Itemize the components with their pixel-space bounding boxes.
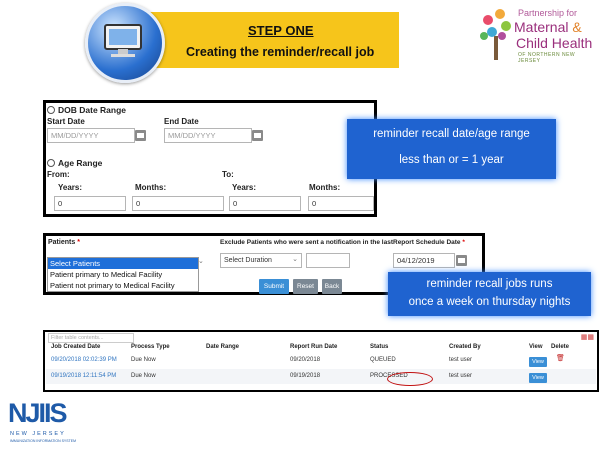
from-months-label: Months: xyxy=(135,183,167,192)
export-icons[interactable]: ▦▦ xyxy=(581,333,594,341)
row1-process: Due Now xyxy=(131,357,156,363)
partner-ampersand: & xyxy=(572,19,582,35)
schedule-date-input[interactable]: 04/12/2019 xyxy=(393,253,455,268)
to-years-label: Years: xyxy=(232,183,257,192)
from-months-input[interactable]: 0 xyxy=(132,196,224,211)
age-radio-label: Age Range xyxy=(58,158,103,168)
njiis-sub2: IMMUNIZATION INFORMATION SYSTEM xyxy=(10,439,76,443)
col-status[interactable]: Status xyxy=(370,344,388,350)
patients-option[interactable]: Patient primary to Medical Facility xyxy=(48,269,198,280)
view-button[interactable]: View xyxy=(529,373,547,383)
patients-listbox[interactable]: Select Patients Patient primary to Medic… xyxy=(47,257,199,292)
patients-label-text: Patients xyxy=(48,239,76,246)
exclude-label: Exclude Patients who were sent a notific… xyxy=(220,239,394,246)
computer-icon xyxy=(85,3,165,83)
col-view: View xyxy=(529,344,543,350)
view-button[interactable]: View xyxy=(529,357,547,367)
end-date-label: End Date xyxy=(164,117,199,126)
schedule-label-text: Report Schedule Date xyxy=(393,239,461,246)
njiis-logo: NJIIS NEW JERSEY IMMUNIZATION INFORMATIO… xyxy=(8,398,98,446)
chevron-down-icon: ⌄ xyxy=(292,256,298,263)
partner-line2: Maternal & xyxy=(514,19,582,35)
njiis-letters: NJIIS xyxy=(8,398,68,428)
col-process-type[interactable]: Process Type xyxy=(131,344,170,350)
submit-button[interactable]: Submit xyxy=(259,279,289,294)
schedule-label: Report Schedule Date * xyxy=(393,239,465,246)
start-calendar-icon[interactable] xyxy=(135,130,146,141)
from-years-input[interactable]: 0 xyxy=(54,196,126,211)
patients-option[interactable]: Patient not primary to Medical Facility xyxy=(48,280,198,291)
table-row xyxy=(46,369,596,384)
callout-range-line2: less than or = 1 year xyxy=(399,154,504,166)
age-radio[interactable] xyxy=(47,159,55,167)
date-range-panel: DOB Date Range Start Date End Date MM/DD… xyxy=(43,100,377,217)
start-date-input[interactable]: MM/DD/YYYY xyxy=(47,128,135,143)
partner-line3: Child Health xyxy=(516,35,593,51)
back-button[interactable]: Back xyxy=(322,279,342,294)
submit-label: Submit xyxy=(263,283,285,290)
row2-process: Due Now xyxy=(131,373,156,379)
partner-line2-text: Maternal xyxy=(514,19,573,35)
end-date-placeholder: MM/DD/YYYY xyxy=(168,131,216,140)
trash-icon[interactable]: 🗑 xyxy=(556,354,565,362)
col-delete: Delete xyxy=(551,344,570,350)
njiis-sub1: NEW JERSEY xyxy=(10,431,66,437)
end-calendar-icon[interactable] xyxy=(252,130,263,141)
start-date-label: Start Date xyxy=(47,117,85,126)
back-label: Back xyxy=(324,283,340,290)
step-title: STEP ONE xyxy=(248,23,314,38)
dob-radio-label: DOB Date Range xyxy=(58,105,127,115)
callout-schedule-line2: once a week on thursday nights xyxy=(408,296,571,308)
schedule-required-mark: * xyxy=(462,239,465,246)
col-report-run-date[interactable]: Report Run Date xyxy=(290,344,337,350)
age-range-callout: reminder recall date/age range less than… xyxy=(347,119,556,179)
step-subtitle: Creating the reminder/recall job xyxy=(186,45,375,59)
row2-run: 09/19/2018 xyxy=(290,373,321,379)
from-label: From: xyxy=(47,170,70,179)
status-highlight-circle xyxy=(387,372,433,386)
end-date-input[interactable]: MM/DD/YYYY xyxy=(164,128,252,143)
callout-schedule-line1: reminder recall jobs runs xyxy=(426,278,553,290)
reset-label: Reset xyxy=(297,283,314,290)
reset-button[interactable]: Reset xyxy=(293,279,318,294)
jobs-table-panel: Filter table contents... ▦▦ Job Created … xyxy=(43,330,599,392)
patients-label: Patients * xyxy=(48,239,80,246)
row2-created: 09/19/2018 12:11:54 PM xyxy=(51,373,117,379)
to-months-label: Months: xyxy=(309,183,341,192)
partnership-logo: Partnership for Maternal & Child Health … xyxy=(478,4,598,64)
start-date-placeholder: MM/DD/YYYY xyxy=(51,131,99,140)
to-label: To: xyxy=(222,170,234,179)
required-mark: * xyxy=(77,239,80,246)
age-radio-option[interactable]: Age Range xyxy=(47,158,102,168)
to-years-input[interactable]: 0 xyxy=(229,196,301,211)
partner-line4: OF NORTHERN NEW JERSEY xyxy=(518,52,576,64)
row1-by: test user xyxy=(449,357,473,363)
duration-number-input[interactable] xyxy=(306,253,350,268)
tree-icon xyxy=(480,9,511,60)
schedule-calendar-icon[interactable] xyxy=(456,255,467,266)
row1-run: 09/20/2018 xyxy=(290,357,321,363)
to-months-input[interactable]: 0 xyxy=(308,196,374,211)
col-job-created[interactable]: Job Created Date xyxy=(51,344,100,350)
table-row xyxy=(46,353,596,368)
from-years-label: Years: xyxy=(58,183,83,192)
partner-line1: Partnership for xyxy=(518,8,578,18)
dob-radio-option[interactable]: DOB Date Range xyxy=(47,105,126,115)
col-created-by[interactable]: Created By xyxy=(449,344,481,350)
duration-select[interactable]: Select Duration ⌄ xyxy=(220,253,302,268)
listbox-chevron-icon[interactable]: ⌄ xyxy=(198,257,204,265)
duration-value: Select Duration xyxy=(224,257,272,264)
schedule-callout: reminder recall jobs runs once a week on… xyxy=(388,272,591,316)
col-date-range[interactable]: Date Range xyxy=(206,344,239,350)
row1-created: 09/20/2018 02:02:39 PM xyxy=(51,357,117,363)
dob-radio[interactable] xyxy=(47,106,55,114)
callout-range-line1: reminder recall date/age range xyxy=(373,128,530,140)
row1-status: QUEUED xyxy=(370,357,396,363)
table-filter-input[interactable]: Filter table contents... xyxy=(48,333,134,343)
row2-by: test user xyxy=(449,373,473,379)
patients-option[interactable]: Select Patients xyxy=(48,258,198,269)
